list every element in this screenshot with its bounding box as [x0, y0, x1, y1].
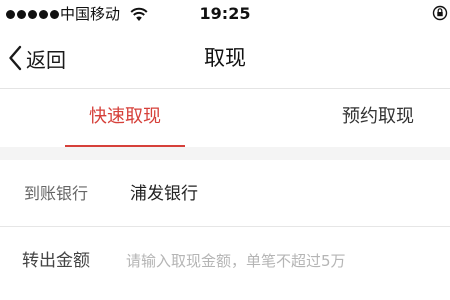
tab-bar: 快速取现 预约取现 — [0, 89, 450, 147]
amount-row: 转出金额 — [0, 226, 450, 293]
rotation-lock-icon — [432, 5, 448, 21]
nav-bar: 返回 取现 — [0, 30, 450, 89]
tab-label: 预约取现 — [342, 106, 414, 127]
page-title: 取现 — [204, 46, 246, 70]
withdraw-screen: 中国移动 19:25 返回 取现 快速取现 预约取现 到账银行 浦发银行 转出金… — [0, 0, 450, 300]
tab-fast-withdraw[interactable]: 快速取现 — [65, 89, 185, 147]
active-tab-indicator — [65, 145, 185, 147]
tab-label: 快速取现 — [89, 106, 161, 127]
bank-label: 到账银行 — [24, 184, 89, 203]
bank-value: 浦发银行 — [130, 184, 198, 204]
amount-input[interactable] — [120, 243, 450, 279]
tab-scheduled-withdraw[interactable]: 预约取现 — [318, 89, 438, 147]
bank-row[interactable]: 到账银行 浦发银行 — [0, 160, 450, 226]
withdraw-form: 到账银行 浦发银行 转出金额 — [0, 160, 450, 300]
status-bar: 中国移动 19:25 — [0, 0, 450, 30]
status-time: 19:25 — [199, 4, 251, 23]
amount-label: 转出金额 — [22, 251, 90, 271]
